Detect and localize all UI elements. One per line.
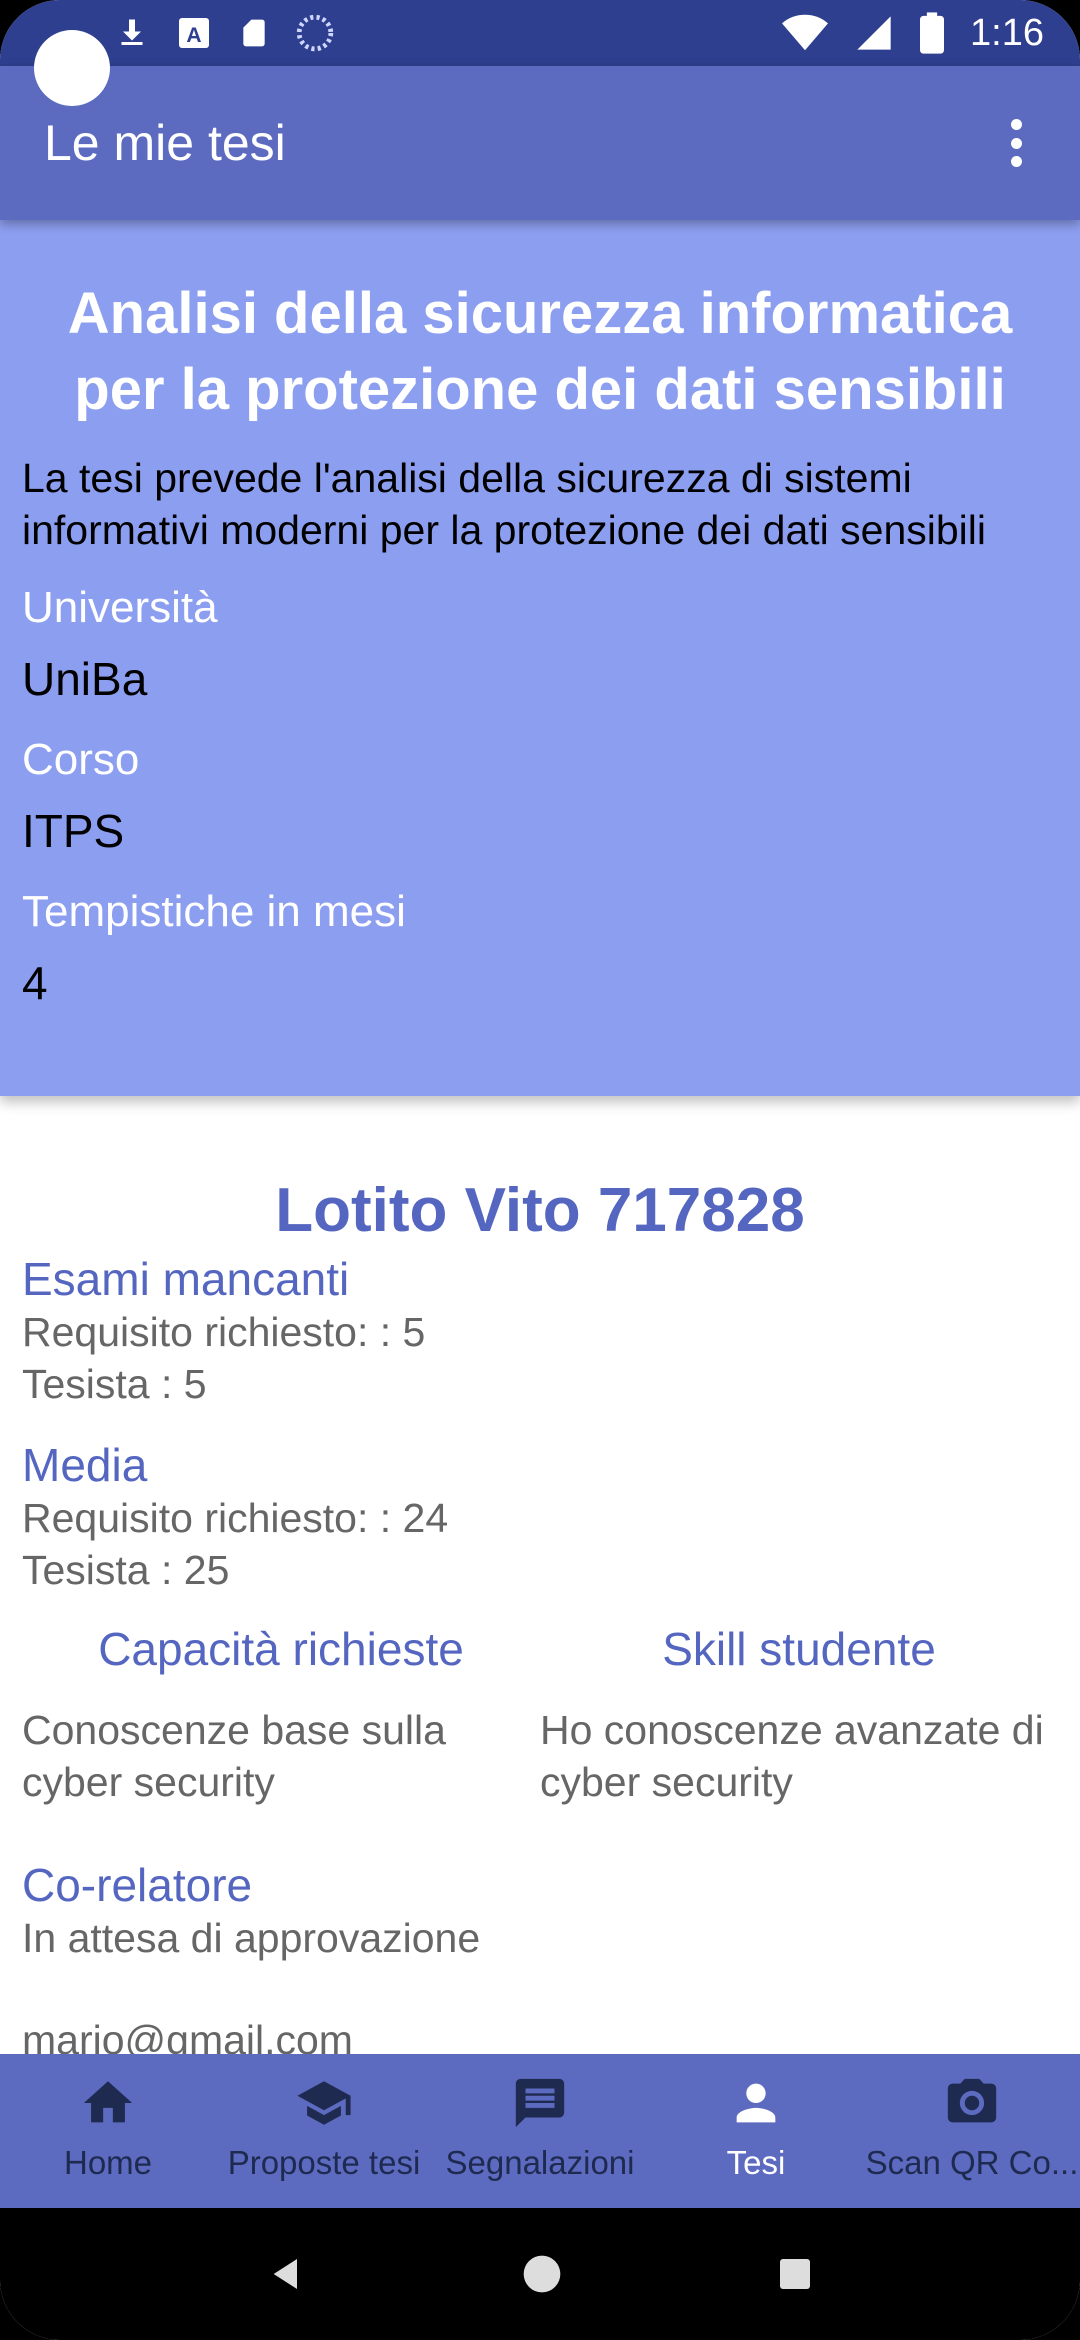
student-section: Lotito Vito 717828 Esami mancanti Requis… bbox=[0, 1096, 1080, 2054]
university-value: UniBa bbox=[22, 653, 148, 705]
nav-scan-qr[interactable]: Scan QR Co... bbox=[864, 2054, 1080, 2208]
download-icon bbox=[121, 19, 143, 45]
thesis-description: La tesi prevede l'analisi della sicurezz… bbox=[22, 455, 986, 553]
home-circle-icon[interactable] bbox=[522, 2254, 562, 2294]
nav-proposte-tesi[interactable]: Proposte tesi bbox=[216, 2054, 432, 2208]
message-icon bbox=[515, 2078, 565, 2128]
average-required: Requisito richiesto: : 24 bbox=[22, 1495, 449, 1541]
course-value: ITPS bbox=[22, 805, 125, 857]
required-skills-column: Capacità richieste Conoscenze base sulla… bbox=[22, 1622, 540, 1808]
school-icon bbox=[297, 2081, 351, 2125]
student-skills-column: Skill studente Ho conoscenze avanzate di… bbox=[540, 1622, 1058, 1808]
camera-cutout bbox=[34, 30, 110, 106]
svg-text:A: A bbox=[186, 24, 201, 47]
nav-segnalazioni[interactable]: Segnalazioni bbox=[432, 2054, 648, 2208]
student-skills-text: Ho conoscenze avanzate di cyber security bbox=[540, 1707, 1044, 1805]
thesis-title: Analisi della sicurezza informatica per … bbox=[67, 281, 1013, 422]
required-skills-title: Capacità richieste bbox=[98, 1623, 464, 1675]
back-icon[interactable] bbox=[267, 2254, 307, 2294]
corelator-title: Co-relatore bbox=[22, 1859, 253, 1911]
nav-label: Scan QR Co... bbox=[865, 2144, 1079, 2181]
bottom-navigation: Home Proposte tesi Segnalazioni Tesi Sca… bbox=[0, 2054, 1080, 2208]
nav-home[interactable]: Home bbox=[0, 2054, 216, 2208]
average-student: Tesista : 25 bbox=[22, 1547, 230, 1593]
nav-label: Segnalazioni bbox=[445, 2144, 635, 2181]
exams-student: Tesista : 5 bbox=[22, 1361, 207, 1407]
student-skills-title: Skill studente bbox=[662, 1623, 936, 1675]
sd-card-icon bbox=[243, 19, 265, 47]
corelator-email: mario@gmail.com bbox=[22, 2017, 353, 2054]
wifi-icon bbox=[782, 14, 829, 51]
home-icon bbox=[83, 2081, 133, 2123]
status-time: 1:16 bbox=[970, 11, 1044, 54]
font-a-icon: A bbox=[179, 18, 209, 48]
status-system-icons: 1:16 bbox=[782, 12, 1044, 55]
duration-label: Tempistiche in mesi bbox=[22, 887, 406, 936]
university-label: Università bbox=[22, 583, 218, 632]
app-bar-title: Le mie tesi bbox=[44, 115, 286, 171]
corelator-status: In attesa di approvazione bbox=[22, 1915, 481, 1961]
nav-tesi[interactable]: Tesi bbox=[648, 2054, 864, 2208]
thesis-card: Analisi della sicurezza informatica per … bbox=[0, 220, 1080, 1096]
course-label: Corso bbox=[22, 735, 140, 784]
phone-screen: A 1:16 Le mie tesi Analisi della sicurez… bbox=[0, 0, 1080, 2340]
skills-comparison: Capacità richieste Conoscenze base sulla… bbox=[22, 1622, 1058, 1808]
nav-label: Tesi bbox=[726, 2144, 786, 2181]
person-icon bbox=[736, 2083, 776, 2123]
exams-title: Esami mancanti bbox=[22, 1253, 350, 1305]
overflow-menu-button[interactable] bbox=[996, 113, 1036, 173]
system-navigation-bar bbox=[0, 2208, 1080, 2340]
sync-icon bbox=[296, 14, 334, 52]
nav-label: Home bbox=[63, 2144, 153, 2181]
duration-value: 4 bbox=[22, 957, 48, 1009]
recents-square-icon[interactable] bbox=[777, 2256, 813, 2292]
average-title: Media bbox=[22, 1439, 148, 1491]
battery-icon bbox=[920, 12, 945, 54]
cell-signal-icon bbox=[857, 16, 891, 50]
required-skills-text: Conoscenze base sulla cyber security bbox=[22, 1707, 446, 1805]
exams-required: Requisito richiesto: : 5 bbox=[22, 1309, 426, 1355]
camera-icon bbox=[947, 2078, 997, 2123]
status-bar: A 1:16 bbox=[0, 0, 1080, 66]
app-bar: Le mie tesi bbox=[0, 66, 1080, 220]
nav-label: Proposte tesi bbox=[227, 2144, 421, 2181]
student-name: Lotito Vito 717828 bbox=[275, 1176, 805, 1245]
more-vert-icon bbox=[1010, 119, 1022, 130]
